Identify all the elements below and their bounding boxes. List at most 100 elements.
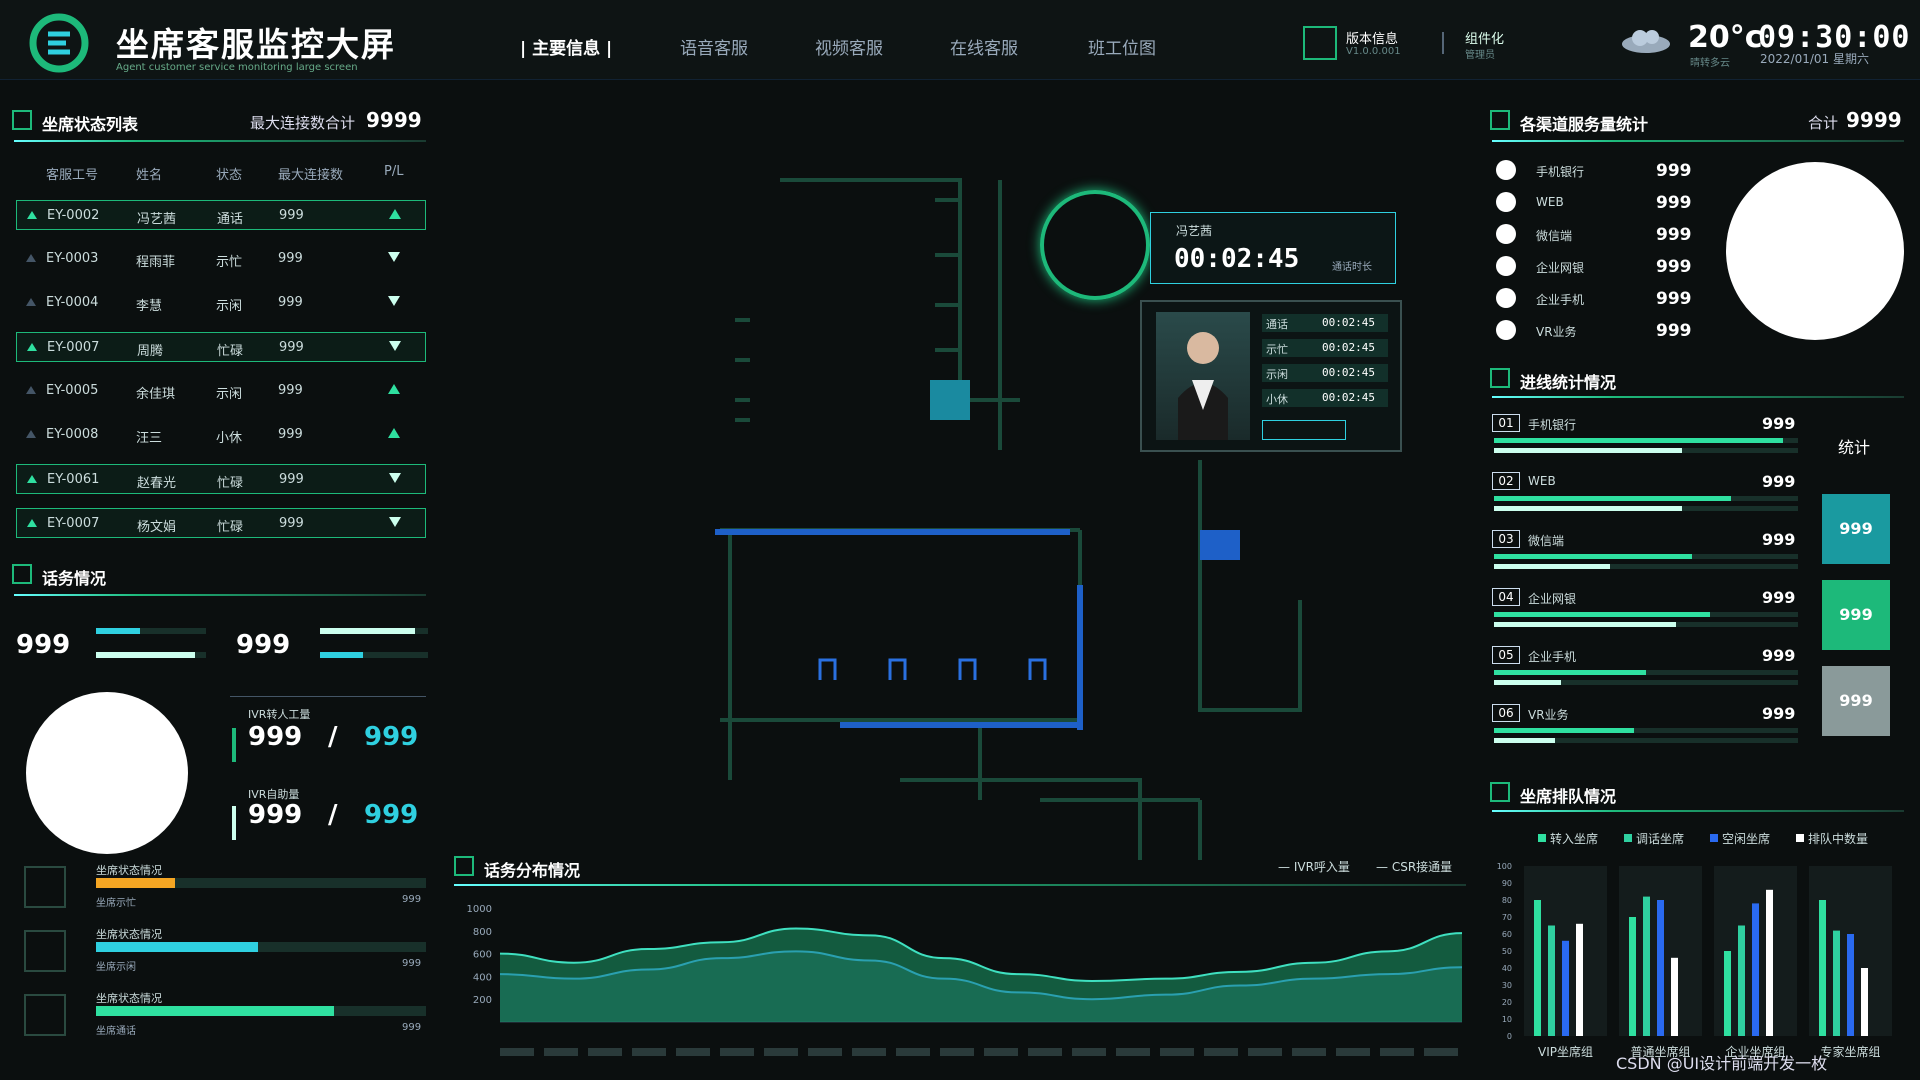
- arrow-down-icon[interactable]: [388, 296, 400, 306]
- incoming-bar-track: [1494, 506, 1798, 511]
- stat-box: 999: [1822, 580, 1890, 650]
- status-bar-track: [96, 1006, 426, 1016]
- table-row[interactable]: EY-0007 周腾 忙碌 999: [16, 332, 426, 362]
- time-row-value: 00:02:45: [1322, 366, 1375, 379]
- tab-online-service[interactable]: 在线客服: [950, 34, 1018, 59]
- time-row-value: 00:02:45: [1322, 391, 1375, 404]
- incoming-bar-track: [1494, 496, 1798, 501]
- legend-label: 排队中数量: [1808, 832, 1869, 846]
- indicator: [232, 806, 236, 840]
- agent-status: 忙碌: [217, 344, 244, 359]
- incoming-bar-fill: [1494, 612, 1710, 617]
- agent-id: EY-0007: [47, 340, 100, 355]
- table-row[interactable]: EY-0005 余佳琪 示闲 999: [16, 376, 426, 406]
- row-marker-icon: [26, 298, 36, 306]
- x-tick-mark: [1204, 1048, 1238, 1056]
- tab-main-info[interactable]: | 主要信息 |: [520, 34, 612, 59]
- agent-photo: [1156, 312, 1250, 440]
- incoming-label: WEB: [1528, 474, 1556, 488]
- agent-id: EY-0003: [46, 251, 99, 266]
- ivr-transfer-b: 999: [364, 722, 419, 752]
- arrow-down-icon[interactable]: [389, 341, 401, 351]
- agent-id: EY-0008: [46, 427, 99, 442]
- queue-bar: [1738, 925, 1745, 1036]
- table-row[interactable]: EY-0004 李慧 示闲 999: [16, 288, 426, 318]
- incoming-value: 999: [1762, 588, 1796, 607]
- card-action-button[interactable]: [1262, 420, 1346, 440]
- ivr-self-b: 999: [364, 800, 419, 830]
- status-title: 坐席状态情况: [96, 992, 162, 1005]
- table-row[interactable]: EY-0003 程雨菲 示忙 999: [16, 244, 426, 274]
- row-marker-icon: [27, 475, 37, 483]
- y-tick-label: 40: [1502, 964, 1512, 973]
- queue-chart: 0102030405060708090100VIP坐席组 普通坐席组 企业坐席组 专家…: [1497, 862, 1892, 1059]
- agent-max-conn: 999: [279, 208, 304, 223]
- table-row[interactable]: EY-0008 汪三 小休 999: [16, 420, 426, 450]
- status-icon: [24, 866, 66, 908]
- section-icon: [1490, 110, 1510, 130]
- y-tick-label: 80: [1502, 896, 1512, 905]
- call-bar-track: [96, 652, 206, 658]
- divider: [230, 696, 426, 697]
- incoming-bar-track: [1494, 738, 1798, 743]
- channel-dot-icon: [1496, 320, 1516, 340]
- arrow-up-icon[interactable]: [388, 384, 400, 394]
- rank-badge: 06: [1492, 704, 1520, 722]
- arrow-up-icon[interactable]: [388, 428, 400, 438]
- queue-bar: [1833, 930, 1840, 1036]
- agent-max-conn: 999: [279, 472, 304, 487]
- ivr-self-a: 999: [248, 800, 303, 830]
- tab-voice-service[interactable]: 语音客服: [680, 34, 748, 59]
- queue-bar: [1847, 934, 1854, 1036]
- agent-id: EY-0061: [47, 472, 100, 487]
- rank-badge: 01: [1492, 414, 1520, 432]
- org-label: 组件化: [1465, 32, 1505, 47]
- x-category-label: VIP坐席组: [1538, 1044, 1593, 1059]
- queue-bar: [1643, 896, 1650, 1036]
- channel-dot-icon: [1496, 160, 1516, 180]
- legend-ivr: — IVR呼入量: [1278, 860, 1350, 874]
- incoming-bar-fill: [1494, 680, 1561, 685]
- y-tick-label: 1000: [467, 904, 492, 915]
- section-underline: [14, 140, 426, 142]
- x-tick-mark: [632, 1048, 666, 1056]
- incoming-label: 企业手机: [1528, 650, 1577, 664]
- channel-value: 999: [1656, 257, 1692, 277]
- y-tick-label: 800: [473, 927, 492, 938]
- legend-label: 转入坐席: [1550, 832, 1599, 846]
- table-row[interactable]: EY-0007 杨文娟 忙碌 999: [16, 508, 426, 538]
- cloud-icon: [1622, 30, 1670, 53]
- channel-total-label: 合计: [1808, 114, 1839, 132]
- call-bar-track: [320, 628, 428, 634]
- x-tick-mark: [544, 1048, 578, 1056]
- tab-video-service[interactable]: 视频客服: [815, 34, 883, 59]
- section-underline: [14, 594, 426, 596]
- table-row[interactable]: EY-0061 赵春光 忙碌 999: [16, 464, 426, 494]
- agent-status: 忙碌: [217, 520, 244, 535]
- incoming-bar-track: [1494, 728, 1798, 733]
- queue-bar: [1548, 925, 1555, 1036]
- time-row-label: 示闲: [1266, 368, 1288, 381]
- version-icon[interactable]: [1303, 26, 1337, 60]
- status-value: 999: [402, 958, 422, 969]
- channel-dot-icon: [1496, 288, 1516, 308]
- table-row[interactable]: EY-0002 冯艺茜 通话 999: [16, 200, 426, 230]
- arrow-up-icon[interactable]: [389, 209, 401, 219]
- section-icon: [1490, 782, 1510, 802]
- tab-seat-map[interactable]: 班工位图: [1088, 34, 1156, 59]
- incoming-bar-fill: [1494, 564, 1610, 569]
- channel-value: 999: [1656, 161, 1692, 181]
- channel-value: 999: [1656, 321, 1692, 341]
- section-icon: [12, 110, 32, 130]
- active-seat-marker: [930, 380, 970, 420]
- arrow-down-icon[interactable]: [388, 252, 400, 262]
- arrow-down-icon[interactable]: [389, 473, 401, 483]
- ivr-transfer-label: IVR转人工量: [248, 708, 311, 721]
- page-title: 坐席客服监控大屏: [116, 25, 396, 64]
- queue-bar: [1657, 900, 1664, 1036]
- agent-name: 汪三: [136, 431, 163, 446]
- agent-status: 示闲: [216, 387, 243, 402]
- x-tick-mark: [1116, 1048, 1150, 1056]
- incoming-bar-track: [1494, 612, 1798, 617]
- arrow-down-icon[interactable]: [389, 517, 401, 527]
